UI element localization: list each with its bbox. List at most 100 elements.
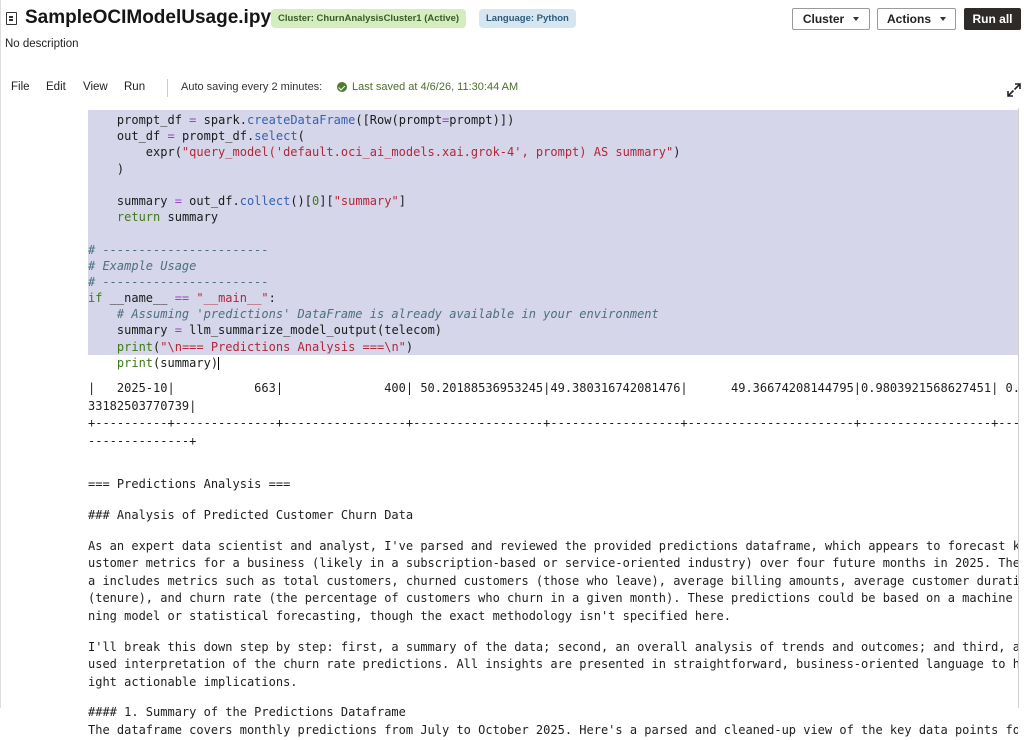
text-cursor [218, 356, 220, 370]
menu-edit[interactable]: Edit [46, 81, 66, 93]
code-line: prompt_df = spark.createDataFrame([Row(p… [88, 112, 1018, 128]
notebook-icon [6, 12, 17, 25]
actions-dropdown-button[interactable]: Actions [877, 8, 956, 30]
code-token: ([Row(prompt [355, 113, 443, 127]
check-circle-icon [337, 82, 347, 92]
notebook-header: SampleOCIModelUsage.ipynb Cluster: Churn… [0, 0, 1024, 108]
code-token: prompt)]) [449, 113, 515, 127]
code-token: "query_model('default.oci_ai_models.xai.… [181, 145, 674, 160]
output-line: --------------+ [88, 433, 197, 448]
code-token: == [174, 291, 190, 306]
code-line: summary = out_df.collect()[0]["summary"] [88, 193, 1018, 209]
menu-file[interactable]: File [11, 81, 30, 93]
code-token: # Assuming 'predictions' DataFrame is al… [88, 307, 659, 322]
output-line: a includes metrics such as total custome… [88, 573, 1018, 588]
code-line: print(summary) [88, 355, 1018, 371]
output-line: 33182503770739| [88, 398, 197, 413]
actions-button-label: Actions [886, 12, 931, 26]
code-line: if __name__ == "__main__": [88, 290, 1018, 306]
code-line: expr("query_model('default.oci_ai_models… [88, 144, 1018, 160]
code-token: # Example Usage [88, 258, 197, 273]
notebook-description: No description [5, 38, 79, 50]
code-cell-editor[interactable]: prompt_df = spark.createDataFrame([Row(p… [88, 110, 1018, 370]
code-token: summary [88, 193, 175, 208]
code-token: createDataFrame [246, 113, 356, 127]
output-line: used interpretation of the churn rate pr… [88, 657, 1018, 672]
output-line: I'll break this down step by step: first… [88, 639, 1018, 654]
code-token: print [116, 355, 154, 370]
code-token: out_df [88, 129, 168, 144]
cluster-button-label: Cluster [802, 12, 845, 26]
code-token: prompt_df. [174, 129, 255, 144]
code-line: # ----------------------- [88, 274, 1018, 290]
code-token: ) [673, 145, 681, 160]
run-all-button[interactable]: Run all [964, 8, 1021, 30]
code-line: out_df = prompt_df.select( [88, 128, 1018, 144]
cluster-dropdown-button[interactable]: Cluster [792, 8, 870, 30]
code-token: = [167, 129, 175, 144]
code-line: summary = llm_summarize_model_output(tel… [88, 322, 1018, 338]
output-line: ustomer metrics for a business (likely i… [88, 556, 1018, 571]
menu-run[interactable]: Run [124, 81, 145, 93]
caret-down-icon [853, 17, 860, 21]
code-token: ] [398, 193, 406, 208]
code-token: spark. [196, 113, 247, 127]
code-token: __name__ [102, 291, 175, 306]
output-line: (tenure), and churn rate (the percentage… [88, 591, 1018, 606]
code-line: ) [88, 161, 1018, 177]
menu-view[interactable]: View [83, 81, 108, 93]
code-token: collect [239, 193, 291, 208]
output-line: ight actionable implications. [88, 674, 298, 689]
output-line: The dataframe covers monthly predictions… [88, 722, 1018, 737]
output-line: ### Analysis of Predicted Customer Churn… [88, 507, 414, 522]
code-token: "__main__" [196, 291, 269, 306]
caret-down-icon [940, 17, 946, 21]
output-line: +----------+--------------+-------------… [88, 416, 1018, 431]
code-token: expr( [88, 145, 182, 160]
code-token: = [174, 193, 182, 208]
output-line: #### 1. Summary of the Predictions Dataf… [88, 705, 406, 720]
code-line: # Assuming 'predictions' DataFrame is al… [88, 306, 1018, 322]
expand-icon[interactable] [1006, 82, 1022, 98]
output-line: As an expert data scientist and analyst,… [88, 538, 1018, 553]
code-token: prompt_df [88, 113, 190, 127]
cell-output: | 2025-10| 663| 400| 50.20188536953245|4… [88, 380, 1018, 740]
autosave-label: Auto saving every 2 minutes: [181, 81, 323, 93]
cell-right-border [1018, 108, 1019, 708]
cluster-status-badge: Cluster: ChurnAnalysisCluster1 (Active) [271, 9, 467, 28]
code-token: "summary" [333, 193, 399, 208]
notebook-title: SampleOCIModelUsage.ipynb [25, 7, 295, 28]
code-token: if [88, 291, 103, 306]
code-token: llm_summarize_model_output(telecom) [181, 323, 443, 338]
code-line: # Example Usage [88, 258, 1018, 274]
code-token: summary [160, 210, 219, 225]
code-token: (summary) [153, 355, 219, 370]
menu-divider [167, 79, 168, 97]
code-token: # ----------------------- [88, 242, 269, 257]
code-token: ) [405, 339, 414, 354]
code-token: return [116, 210, 161, 225]
language-badge: Language: Python [479, 9, 576, 28]
last-saved-status: Last saved at 4/6/26, 11:30:44 AM [352, 81, 519, 93]
code-token: # ----------------------- [88, 274, 269, 289]
code-token: out_df. [181, 193, 240, 208]
code-token: summary [88, 323, 175, 338]
output-line: ning model or statistical forecasting, t… [88, 608, 731, 623]
code-token: ( [297, 129, 305, 144]
code-line: # ----------------------- [88, 242, 1018, 258]
output-line: === Predictions Analysis === [88, 477, 291, 492]
code-token: ][ [319, 193, 334, 208]
code-token: ()[ [290, 193, 312, 208]
code-token: : [268, 291, 276, 306]
